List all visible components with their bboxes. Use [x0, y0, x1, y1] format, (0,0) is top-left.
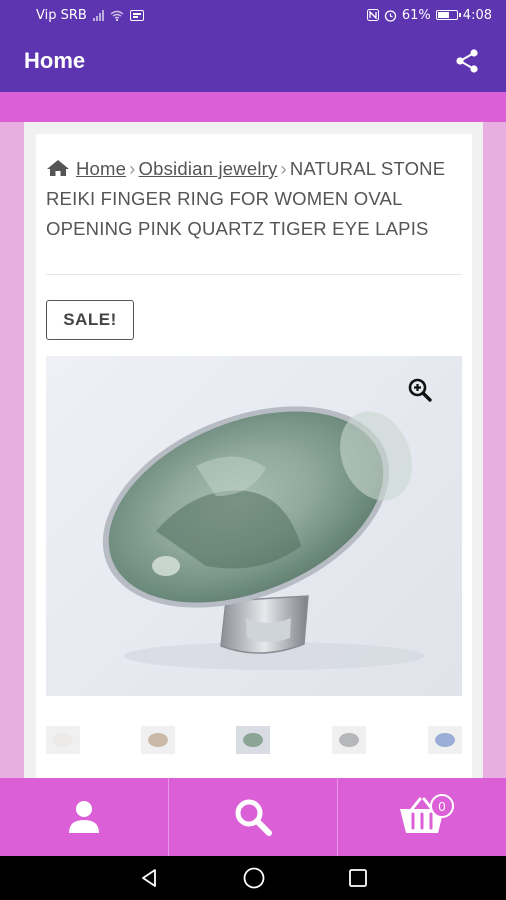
notification-icon — [129, 9, 144, 21]
battery-icon — [435, 10, 461, 20]
thumbnail-strip — [46, 726, 462, 756]
recents-icon[interactable] — [348, 868, 368, 888]
signal-icon — [92, 9, 104, 21]
carrier-label: Vip SRB — [36, 7, 87, 23]
nav-cart-button[interactable]: 0 — [337, 778, 506, 856]
thumbnail-2[interactable] — [141, 726, 175, 754]
breadcrumb-category-link[interactable]: Obsidian jewelry — [139, 158, 278, 179]
breadcrumb: Home › Obsidian jewelry › NATURAL STONE REIK… — [46, 154, 466, 244]
product-card: Home › Obsidian jewelry › NATURAL STONE REIK… — [36, 134, 472, 778]
zoom-in-icon — [408, 378, 432, 402]
thumbnail-3[interactable] — [236, 726, 270, 754]
home-circle-icon[interactable] — [242, 866, 266, 890]
divider — [46, 274, 462, 275]
clock-time: 4:08 — [462, 7, 492, 23]
thumbnail-swatch — [148, 733, 168, 747]
breadcrumb-separator: › — [129, 158, 136, 179]
nav-account-button[interactable] — [0, 778, 168, 856]
account-icon — [69, 801, 99, 833]
share-icon — [456, 49, 478, 73]
zoom-button[interactable] — [402, 372, 438, 408]
nav-search-button[interactable] — [168, 778, 337, 856]
battery-percent: 61% — [401, 7, 431, 23]
alarm-icon — [384, 9, 397, 22]
nfc-icon — [366, 9, 379, 21]
back-icon[interactable] — [138, 867, 160, 889]
cart-count-badge: 0 — [430, 794, 454, 818]
product-image[interactable] — [46, 356, 462, 696]
thumbnail-4[interactable] — [332, 726, 366, 754]
app-bar: Home — [0, 30, 506, 92]
thumbnail-swatch — [339, 733, 359, 747]
thumbnail-swatch — [53, 733, 73, 747]
thumbnail-swatch — [435, 733, 455, 747]
breadcrumb-separator: › — [280, 158, 287, 179]
bottom-nav: 0 — [0, 778, 506, 856]
thumbnail-1[interactable] — [46, 726, 80, 754]
thumbnail-swatch — [243, 733, 263, 747]
status-right: 61% 4:08 — [366, 7, 492, 23]
home-icon — [47, 160, 69, 176]
ring-image — [102, 406, 424, 670]
status-left: Vip SRB — [36, 8, 367, 23]
wifi-icon — [110, 10, 124, 21]
page-title: Home — [24, 48, 86, 73]
share-button[interactable] — [452, 46, 482, 76]
thumbnail-5[interactable] — [428, 726, 462, 754]
header-accent-strip — [0, 92, 506, 122]
status-bar: Vip SRB 61% 4:08 — [0, 0, 506, 30]
system-nav-bar — [0, 856, 506, 900]
search-icon — [235, 799, 272, 836]
sale-badge: SALE! — [46, 300, 134, 340]
breadcrumb-home-link[interactable]: Home — [76, 158, 126, 179]
